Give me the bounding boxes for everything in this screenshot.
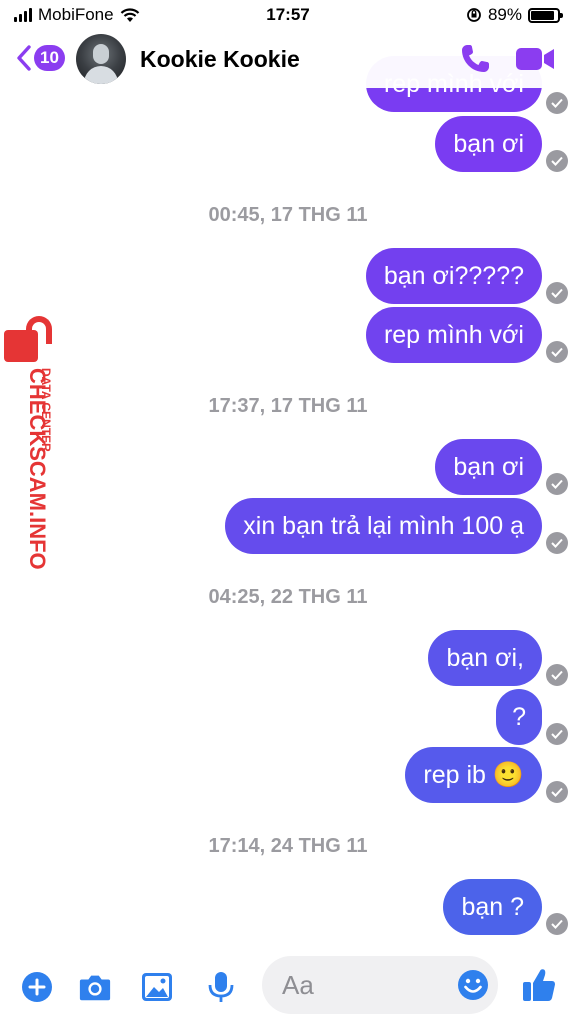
timestamp: 17:37, 17 THG 11 bbox=[208, 395, 368, 417]
timestamp: 17:14, 24 THG 11 bbox=[208, 835, 368, 857]
message-bubble[interactable]: rep ib 🙂 bbox=[405, 747, 542, 803]
battery-icon bbox=[528, 7, 563, 23]
phone-icon[interactable] bbox=[458, 42, 492, 76]
message-list[interactable]: rep mình với bạn ơi 00:45, 17 THG 11 bạn… bbox=[0, 0, 576, 950]
message-row: rep mình với bbox=[365, 307, 542, 363]
seen-check-icon bbox=[546, 341, 568, 363]
seen-check-icon bbox=[546, 723, 568, 745]
contact-name[interactable]: Kookie Kookie bbox=[140, 46, 300, 73]
message-row: rep ib 🙂 bbox=[405, 747, 542, 803]
message-bubble[interactable]: rep mình với bbox=[365, 307, 542, 363]
camera-icon[interactable] bbox=[78, 970, 112, 1004]
seen-check-icon bbox=[546, 150, 568, 172]
timestamp: 04:25, 22 THG 11 bbox=[208, 586, 368, 608]
lock-body bbox=[4, 330, 38, 372]
seen-check-icon bbox=[546, 92, 568, 114]
message-row: bạn ơi bbox=[435, 116, 542, 172]
message-input-container[interactable] bbox=[262, 956, 498, 1014]
orientation-lock-icon bbox=[467, 8, 481, 22]
message-row: bạn ơi bbox=[435, 439, 542, 495]
watermark: CHECKSCAM.INFO DATA CENTER bbox=[4, 308, 64, 598]
message-bubble[interactable]: ? bbox=[496, 689, 542, 745]
chat-header: 10 Kookie Kookie bbox=[0, 30, 576, 88]
message-row: xin bạn trả lại mình 100 ạ bbox=[225, 498, 542, 554]
message-bubble[interactable]: bạn ơi, bbox=[428, 630, 542, 686]
message-bubble[interactable]: xin bạn trả lại mình 100 ạ bbox=[225, 498, 542, 554]
message-bubble[interactable]: bạn ơi bbox=[435, 439, 542, 495]
status-bar: MobiFone 17:57 89% bbox=[0, 0, 576, 30]
battery-percent: 89% bbox=[487, 5, 522, 24]
message-bubble[interactable]: bạn ơi????? bbox=[365, 248, 542, 304]
seen-check-icon bbox=[546, 781, 568, 803]
unread-count-badge: 10 bbox=[34, 45, 65, 71]
message-row: ? bbox=[496, 689, 542, 745]
avatar[interactable] bbox=[76, 34, 126, 84]
back-button[interactable]: 10 bbox=[16, 44, 65, 72]
back-chevron-icon bbox=[17, 45, 31, 71]
timestamp: 00:45, 17 THG 11 bbox=[208, 204, 368, 226]
watermark-tagline: DATA CENTER bbox=[39, 368, 53, 452]
plus-icon[interactable] bbox=[20, 970, 54, 1004]
thumbs-up-icon[interactable] bbox=[520, 966, 558, 1004]
message-row: bạn ơi????? bbox=[365, 248, 542, 304]
message-bubble[interactable]: bạn ? bbox=[443, 879, 542, 935]
composer-bar bbox=[0, 950, 576, 1024]
message-row: bạn ? bbox=[443, 879, 542, 935]
message-row: bạn ơi, bbox=[428, 630, 542, 686]
seen-check-icon bbox=[546, 473, 568, 495]
emoji-icon[interactable] bbox=[456, 968, 490, 1002]
message-input[interactable] bbox=[282, 968, 452, 1002]
seen-check-icon bbox=[546, 664, 568, 686]
message-bubble[interactable]: bạn ơi bbox=[435, 116, 542, 172]
watermark-text: CHECKSCAM.INFO DATA CENTER bbox=[25, 368, 53, 570]
image-icon[interactable] bbox=[140, 970, 174, 1004]
microphone-icon[interactable] bbox=[204, 970, 238, 1004]
seen-check-icon bbox=[546, 913, 568, 935]
seen-check-icon bbox=[546, 282, 568, 304]
video-camera-icon[interactable] bbox=[514, 42, 556, 76]
seen-check-icon bbox=[546, 532, 568, 554]
